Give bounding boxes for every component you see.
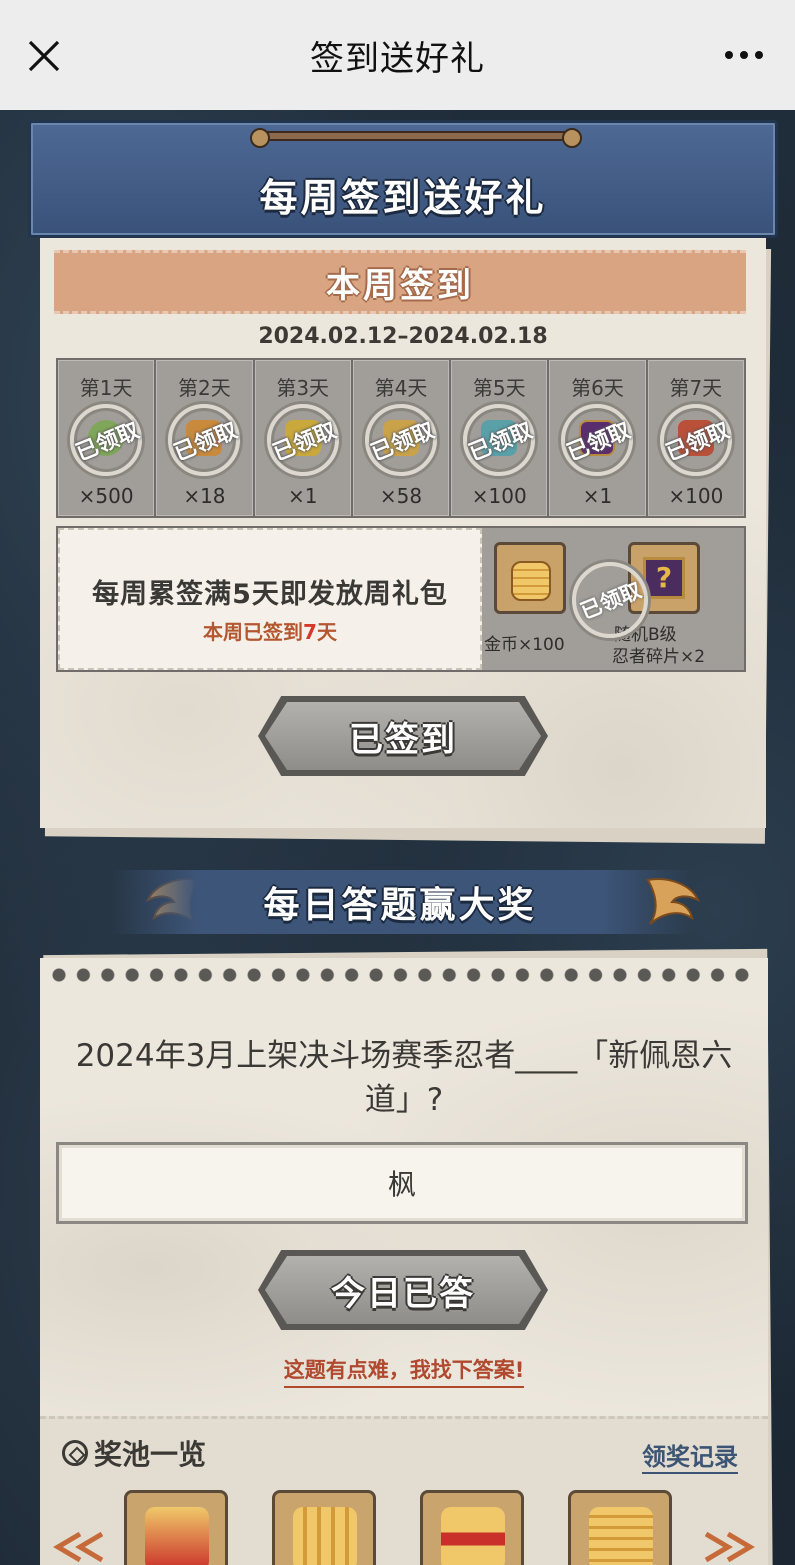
reward-records-link[interactable]: 领奖记录 [642,1437,738,1474]
answered-today-label: 今日已答 [331,1273,475,1314]
prize-pool-item[interactable] [124,1490,228,1565]
gold-coin-icon [589,1507,653,1565]
weekly-header: 每周签到送好礼 [28,120,778,238]
question-shard-icon: ? [643,557,685,599]
gold-stack-icon [441,1507,505,1565]
date-range: 2024.02.12–2024.02.18 [258,324,548,349]
find-answer-link[interactable]: 这题有点难，我找下答案! [40,1354,768,1388]
reward-qty: ×1 [287,484,318,508]
notebook-holes [50,966,758,984]
reward-qty: ×58 [379,484,423,508]
day-label: 第2天 [178,376,231,400]
this-week-title: 本周签到 [326,265,474,306]
day-label: 第4天 [374,376,428,400]
answered-today-button[interactable]: 今日已答 [258,1250,548,1330]
shard-label-line2: 忍者碎片×2 [612,647,706,667]
quiz-question: 2024年3月上架决斗场赛季忍者____「新佩恩六道」? [75,1038,733,1118]
reward-qty: ×1 [582,484,613,508]
prize-pool-item[interactable] [272,1490,376,1565]
day-label: 第6天 [571,376,624,400]
signed-in-button[interactable]: 已签到 [258,696,548,776]
reward-qty: ×100 [668,484,724,508]
weekly-bonus-panel: 每周累签满5天即发放周礼包 本周已签到7天 金币×100 ? 随机B级 忍者碎片… [56,526,746,672]
page-title: 签到送好礼 [310,38,485,79]
day-cell[interactable]: 第4天 已领取 ×58 [352,360,450,516]
scroll-rod-decoration [250,128,582,148]
day-cell[interactable]: 第3天 已领取 ×1 [254,360,351,516]
daily-quiz-banner: 每日答题赢大奖 [110,870,690,934]
signed-in-button-label: 已签到 [349,719,457,760]
claimed-stamp: 已领取 [572,562,648,638]
arrow-right-icon[interactable] [700,1530,756,1564]
this-week-band: 本周签到 [54,250,746,314]
gold-bag-icon [145,1507,209,1565]
bonus-rule-text: 每周累签满5天即发放周礼包 [92,579,448,610]
reward-qty: ×18 [183,484,226,508]
gold-coin-label: 金币×100 [484,635,565,655]
weekly-header-title: 每周签到送好礼 [259,176,547,220]
answer-text: 枫 [387,1168,416,1201]
daily-quiz-title: 每日答题赢大奖 [263,885,537,926]
gold-pile-icon [293,1507,357,1565]
day-cell[interactable]: 第7天 已领取 ×100 [647,360,744,516]
bonus-rewards[interactable]: 金币×100 ? 随机B级 忍者碎片×2 已领取 [482,528,744,670]
prize-pool-item[interactable] [568,1490,672,1565]
daily-quiz-card: 2024年3月上架决斗场赛季忍者____「新佩恩六道」? 枫 今日已答 这题有点… [40,958,768,1565]
top-nav-bar: 签到送好礼 [0,0,795,110]
day-cell[interactable]: 第2天 已领取 ×18 [156,360,253,516]
arrow-left-icon[interactable] [52,1530,108,1564]
day-label: 第1天 [79,376,133,400]
reward-qty: ×500 [78,484,134,508]
close-icon[interactable] [24,36,64,76]
reward-qty: ×100 [471,484,527,508]
signed-days-text: 本周已签到7天 [203,620,337,644]
more-dots-icon[interactable] [723,40,765,70]
gold-coin-reward [494,542,566,614]
weekly-signin-card: 本周签到 2024.02.12–2024.02.18 第1天 已领取 ×500 … [40,238,766,828]
day-cell[interactable]: 第5天 已领取 ×100 [451,360,548,516]
day-label: 第7天 [669,376,723,400]
day-rewards-row: 第1天 已领取 ×500 第2天 已领取 ×18 第3天 已领取 ×1 第4天 … [56,358,746,518]
gold-coin-icon [511,561,551,601]
answer-option[interactable]: 枫 [56,1142,748,1224]
shuriken-icon [62,1440,88,1466]
day-label: 第3天 [276,376,330,400]
prize-pool-item[interactable] [420,1490,524,1565]
day-label: 第5天 [472,376,526,400]
bonus-description: 每周累签满5天即发放周礼包 本周已签到7天 [58,528,482,670]
signed-days-count: 7 [303,620,317,644]
day-cell[interactable]: 第1天 已领取 ×500 [58,360,155,516]
flame-right-icon [646,878,700,925]
day-cell[interactable]: 第6天 已领取 ×1 [549,360,646,516]
prize-pool-title: 奖池一览 [62,1433,206,1473]
